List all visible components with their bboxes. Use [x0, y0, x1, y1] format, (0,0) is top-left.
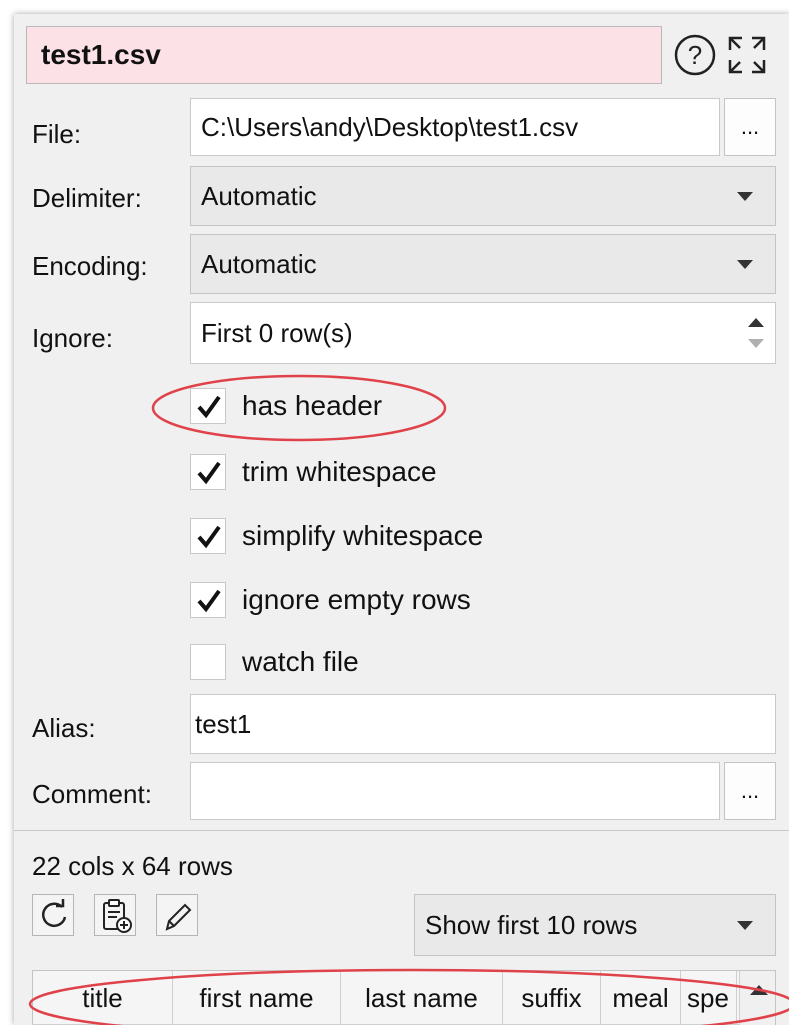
ignore-empty-rows-checkbox[interactable]: [190, 582, 226, 618]
chevron-down-icon: [737, 192, 753, 201]
option-ignore-empty-rows[interactable]: ignore empty rows: [190, 582, 590, 622]
chevron-down-icon: [737, 921, 753, 930]
maximize-arrows-icon[interactable]: [722, 30, 772, 80]
option-simplify-whitespace[interactable]: simplify whitespace: [190, 518, 590, 558]
show-rows-value: Show first 10 rows: [425, 910, 638, 940]
watch-file-label: watch file: [242, 646, 359, 677]
chevron-down-icon: [737, 260, 753, 269]
refresh-icon[interactable]: [32, 894, 74, 936]
comment-label: Comment:: [32, 779, 152, 809]
simplify-whitespace-label: simplify whitespace: [242, 520, 484, 551]
panel-title: test1.csv: [26, 26, 662, 84]
delimiter-value: Automatic: [201, 181, 317, 211]
trim-whitespace-checkbox[interactable]: [190, 454, 226, 490]
input-panel: test1.csv ? File: C:\Users\andy\Desktop\…: [14, 14, 789, 1025]
file-label: File:: [32, 119, 82, 149]
watch-file-checkbox[interactable]: [190, 644, 226, 680]
ignore-label: Ignore:: [32, 323, 113, 353]
file-path-field[interactable]: C:\Users\andy\Desktop\test1.csv: [190, 98, 720, 156]
alias-field[interactable]: test1: [190, 694, 776, 754]
alias-label: Alias:: [32, 713, 96, 743]
encoding-value: Automatic: [201, 249, 317, 279]
divider: [14, 830, 789, 831]
delimiter-dropdown[interactable]: Automatic: [190, 166, 776, 226]
show-rows-dropdown[interactable]: Show first 10 rows: [414, 894, 776, 956]
option-watch-file[interactable]: watch file: [190, 644, 590, 684]
help-circle-icon[interactable]: ?: [670, 30, 720, 80]
highlight-ellipse: [28, 968, 789, 1025]
delimiter-label: Delimiter:: [32, 183, 142, 213]
comment-field[interactable]: [190, 762, 720, 820]
table-dimensions: 22 cols x 64 rows: [32, 851, 233, 881]
comment-more-button[interactable]: ...: [724, 762, 776, 820]
highlight-ellipse: [151, 374, 447, 442]
pencil-icon[interactable]: [156, 894, 198, 936]
option-trim-whitespace[interactable]: trim whitespace: [190, 454, 590, 494]
trim-whitespace-label: trim whitespace: [242, 456, 437, 487]
browse-file-button[interactable]: ...: [724, 98, 776, 156]
spin-arrows[interactable]: [743, 309, 769, 357]
clipboard-icon[interactable]: [94, 894, 136, 936]
ignore-rows-spinbox[interactable]: First 0 row(s): [190, 302, 776, 364]
svg-text:?: ?: [688, 40, 702, 70]
ignore-value: First 0 row(s): [201, 318, 353, 348]
ignore-empty-rows-label: ignore empty rows: [242, 584, 471, 615]
encoding-label: Encoding:: [32, 251, 148, 281]
encoding-dropdown[interactable]: Automatic: [190, 234, 776, 294]
simplify-whitespace-checkbox[interactable]: [190, 518, 226, 554]
